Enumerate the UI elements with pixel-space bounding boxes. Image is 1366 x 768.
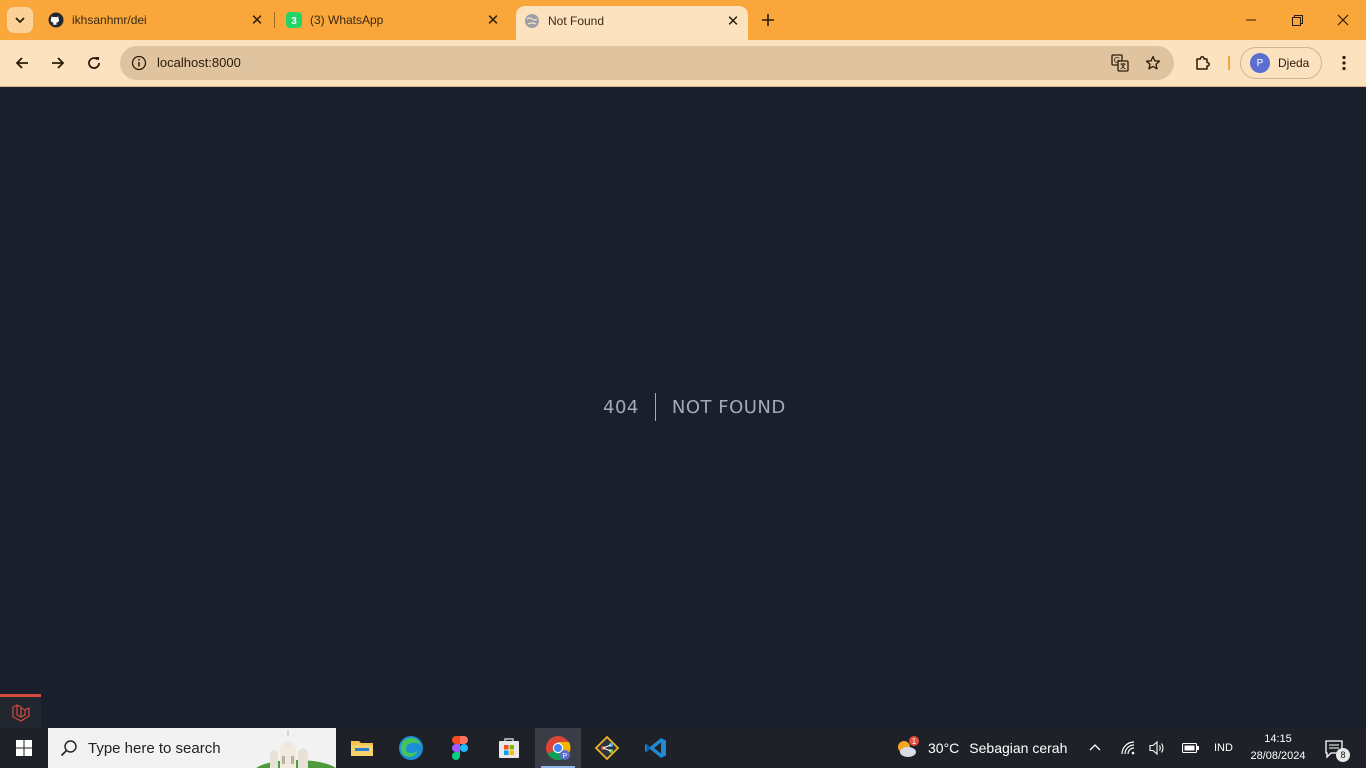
taskbar-app-figma[interactable] bbox=[437, 728, 483, 768]
search-icon bbox=[60, 740, 77, 757]
weather-alert-count: 1 bbox=[912, 737, 917, 746]
taskbar-search[interactable]: Type here to search bbox=[48, 728, 336, 768]
error-text: NOT FOUND bbox=[671, 396, 786, 418]
store-icon bbox=[499, 738, 519, 758]
minimize-icon bbox=[1246, 19, 1256, 21]
error-message: 404 NOT FOUND bbox=[603, 393, 786, 421]
notification-center-button[interactable]: 8 bbox=[1322, 736, 1352, 762]
partly-sunny-icon: 1 bbox=[894, 735, 920, 761]
forward-button[interactable] bbox=[44, 49, 72, 77]
laravel-debug-button[interactable] bbox=[0, 694, 41, 728]
volume-icon[interactable] bbox=[1148, 738, 1168, 758]
menu-button[interactable] bbox=[1332, 51, 1356, 75]
edge-icon bbox=[399, 736, 423, 760]
globe-icon bbox=[524, 13, 540, 29]
weather-temp: 30°C bbox=[928, 740, 960, 756]
taskbar: Type here to search P 1 30°C Sebagian ce… bbox=[0, 728, 1366, 768]
avatar: P bbox=[1250, 53, 1270, 73]
toolbar-divider bbox=[1228, 56, 1230, 70]
show-hidden-icons-button[interactable] bbox=[1085, 738, 1105, 758]
language-indicator[interactable]: IND bbox=[1214, 728, 1233, 768]
git-icon bbox=[594, 735, 620, 761]
reload-button[interactable] bbox=[80, 49, 108, 77]
tab-not-found[interactable]: Not Found ✕ bbox=[516, 6, 748, 40]
url-text[interactable]: localhost:8000 bbox=[157, 46, 241, 80]
clock-time: 14:15 bbox=[1264, 733, 1292, 745]
reload-icon bbox=[88, 57, 100, 69]
chrome-icon: P bbox=[546, 736, 571, 761]
weather-condition: Sebagian cerah bbox=[969, 740, 1068, 756]
tab-title: ikhsanhmr/dei bbox=[72, 13, 147, 27]
arrow-left-icon bbox=[15, 57, 28, 69]
tab-github[interactable]: ikhsanhmr/dei ✕ bbox=[40, 6, 272, 34]
taskbar-app-edge[interactable] bbox=[388, 728, 434, 768]
chevron-down-icon bbox=[15, 17, 25, 24]
tab-search-button[interactable] bbox=[7, 7, 33, 33]
restore-button[interactable] bbox=[1274, 0, 1320, 40]
profile-button[interactable]: P Djeda bbox=[1240, 47, 1322, 79]
start-button[interactable] bbox=[0, 728, 48, 768]
laravel-icon bbox=[11, 703, 30, 722]
more-vertical-icon bbox=[1342, 55, 1346, 71]
address-bar[interactable]: localhost:8000 G bbox=[120, 46, 1174, 80]
search-placeholder: Type here to search bbox=[88, 739, 221, 757]
svg-text:P: P bbox=[563, 753, 568, 760]
figma-icon bbox=[452, 736, 468, 760]
wifi-icon[interactable] bbox=[1118, 738, 1138, 758]
tab-title: Not Found bbox=[548, 14, 605, 28]
clock-date: 28/08/2024 bbox=[1250, 750, 1306, 762]
tab-whatsapp[interactable]: 3 (3) WhatsApp ✕ bbox=[278, 6, 508, 34]
taskbar-app-file-explorer[interactable] bbox=[339, 728, 385, 768]
arrow-right-icon bbox=[52, 57, 65, 69]
taskbar-app-vscode[interactable] bbox=[633, 728, 679, 768]
folder-icon bbox=[351, 741, 373, 756]
site-info-icon[interactable] bbox=[130, 54, 148, 72]
close-window-button[interactable] bbox=[1320, 0, 1366, 40]
taskbar-app-chrome[interactable]: P bbox=[535, 728, 581, 768]
extensions-button[interactable] bbox=[1191, 51, 1215, 75]
close-icon[interactable]: ✕ bbox=[724, 12, 742, 30]
translate-icon[interactable]: G bbox=[1110, 53, 1130, 73]
tab-strip: ikhsanhmr/dei ✕ 3 (3) WhatsApp ✕ Not Fou… bbox=[0, 0, 1366, 40]
clock[interactable]: 14:15 28/08/2024 bbox=[1246, 731, 1310, 765]
tab-separator bbox=[274, 12, 275, 28]
github-icon bbox=[48, 12, 64, 28]
back-button[interactable] bbox=[8, 49, 36, 77]
weather-widget[interactable]: 1 30°C Sebagian cerah bbox=[894, 728, 1067, 768]
close-icon[interactable]: ✕ bbox=[484, 11, 502, 29]
close-icon bbox=[1337, 14, 1349, 26]
whatsapp-icon: 3 bbox=[286, 12, 302, 28]
chevron-up-icon bbox=[1089, 744, 1101, 751]
windows-icon bbox=[16, 740, 32, 756]
battery-icon[interactable] bbox=[1181, 738, 1201, 758]
taskbar-app-store[interactable] bbox=[486, 728, 532, 768]
restore-icon bbox=[1291, 14, 1303, 26]
taskbar-app-git[interactable] bbox=[584, 728, 630, 768]
plus-icon bbox=[762, 14, 774, 26]
browser-toolbar: localhost:8000 G P Djeda bbox=[0, 40, 1366, 86]
bookmark-star-icon[interactable] bbox=[1143, 53, 1163, 73]
tab-title: (3) WhatsApp bbox=[310, 13, 384, 27]
page-content: 404 NOT FOUND bbox=[0, 87, 1366, 728]
whatsapp-badge: 3 bbox=[291, 16, 297, 27]
search-highlight-illustration bbox=[256, 730, 336, 768]
notification-count: 8 bbox=[1336, 748, 1350, 762]
vscode-icon bbox=[645, 738, 666, 758]
profile-name: Djeda bbox=[1278, 56, 1310, 70]
new-tab-button[interactable] bbox=[756, 8, 780, 32]
error-code: 404 bbox=[603, 396, 639, 418]
close-icon[interactable]: ✕ bbox=[248, 11, 266, 29]
puzzle-icon bbox=[1196, 56, 1210, 70]
minimize-button[interactable] bbox=[1228, 0, 1274, 40]
